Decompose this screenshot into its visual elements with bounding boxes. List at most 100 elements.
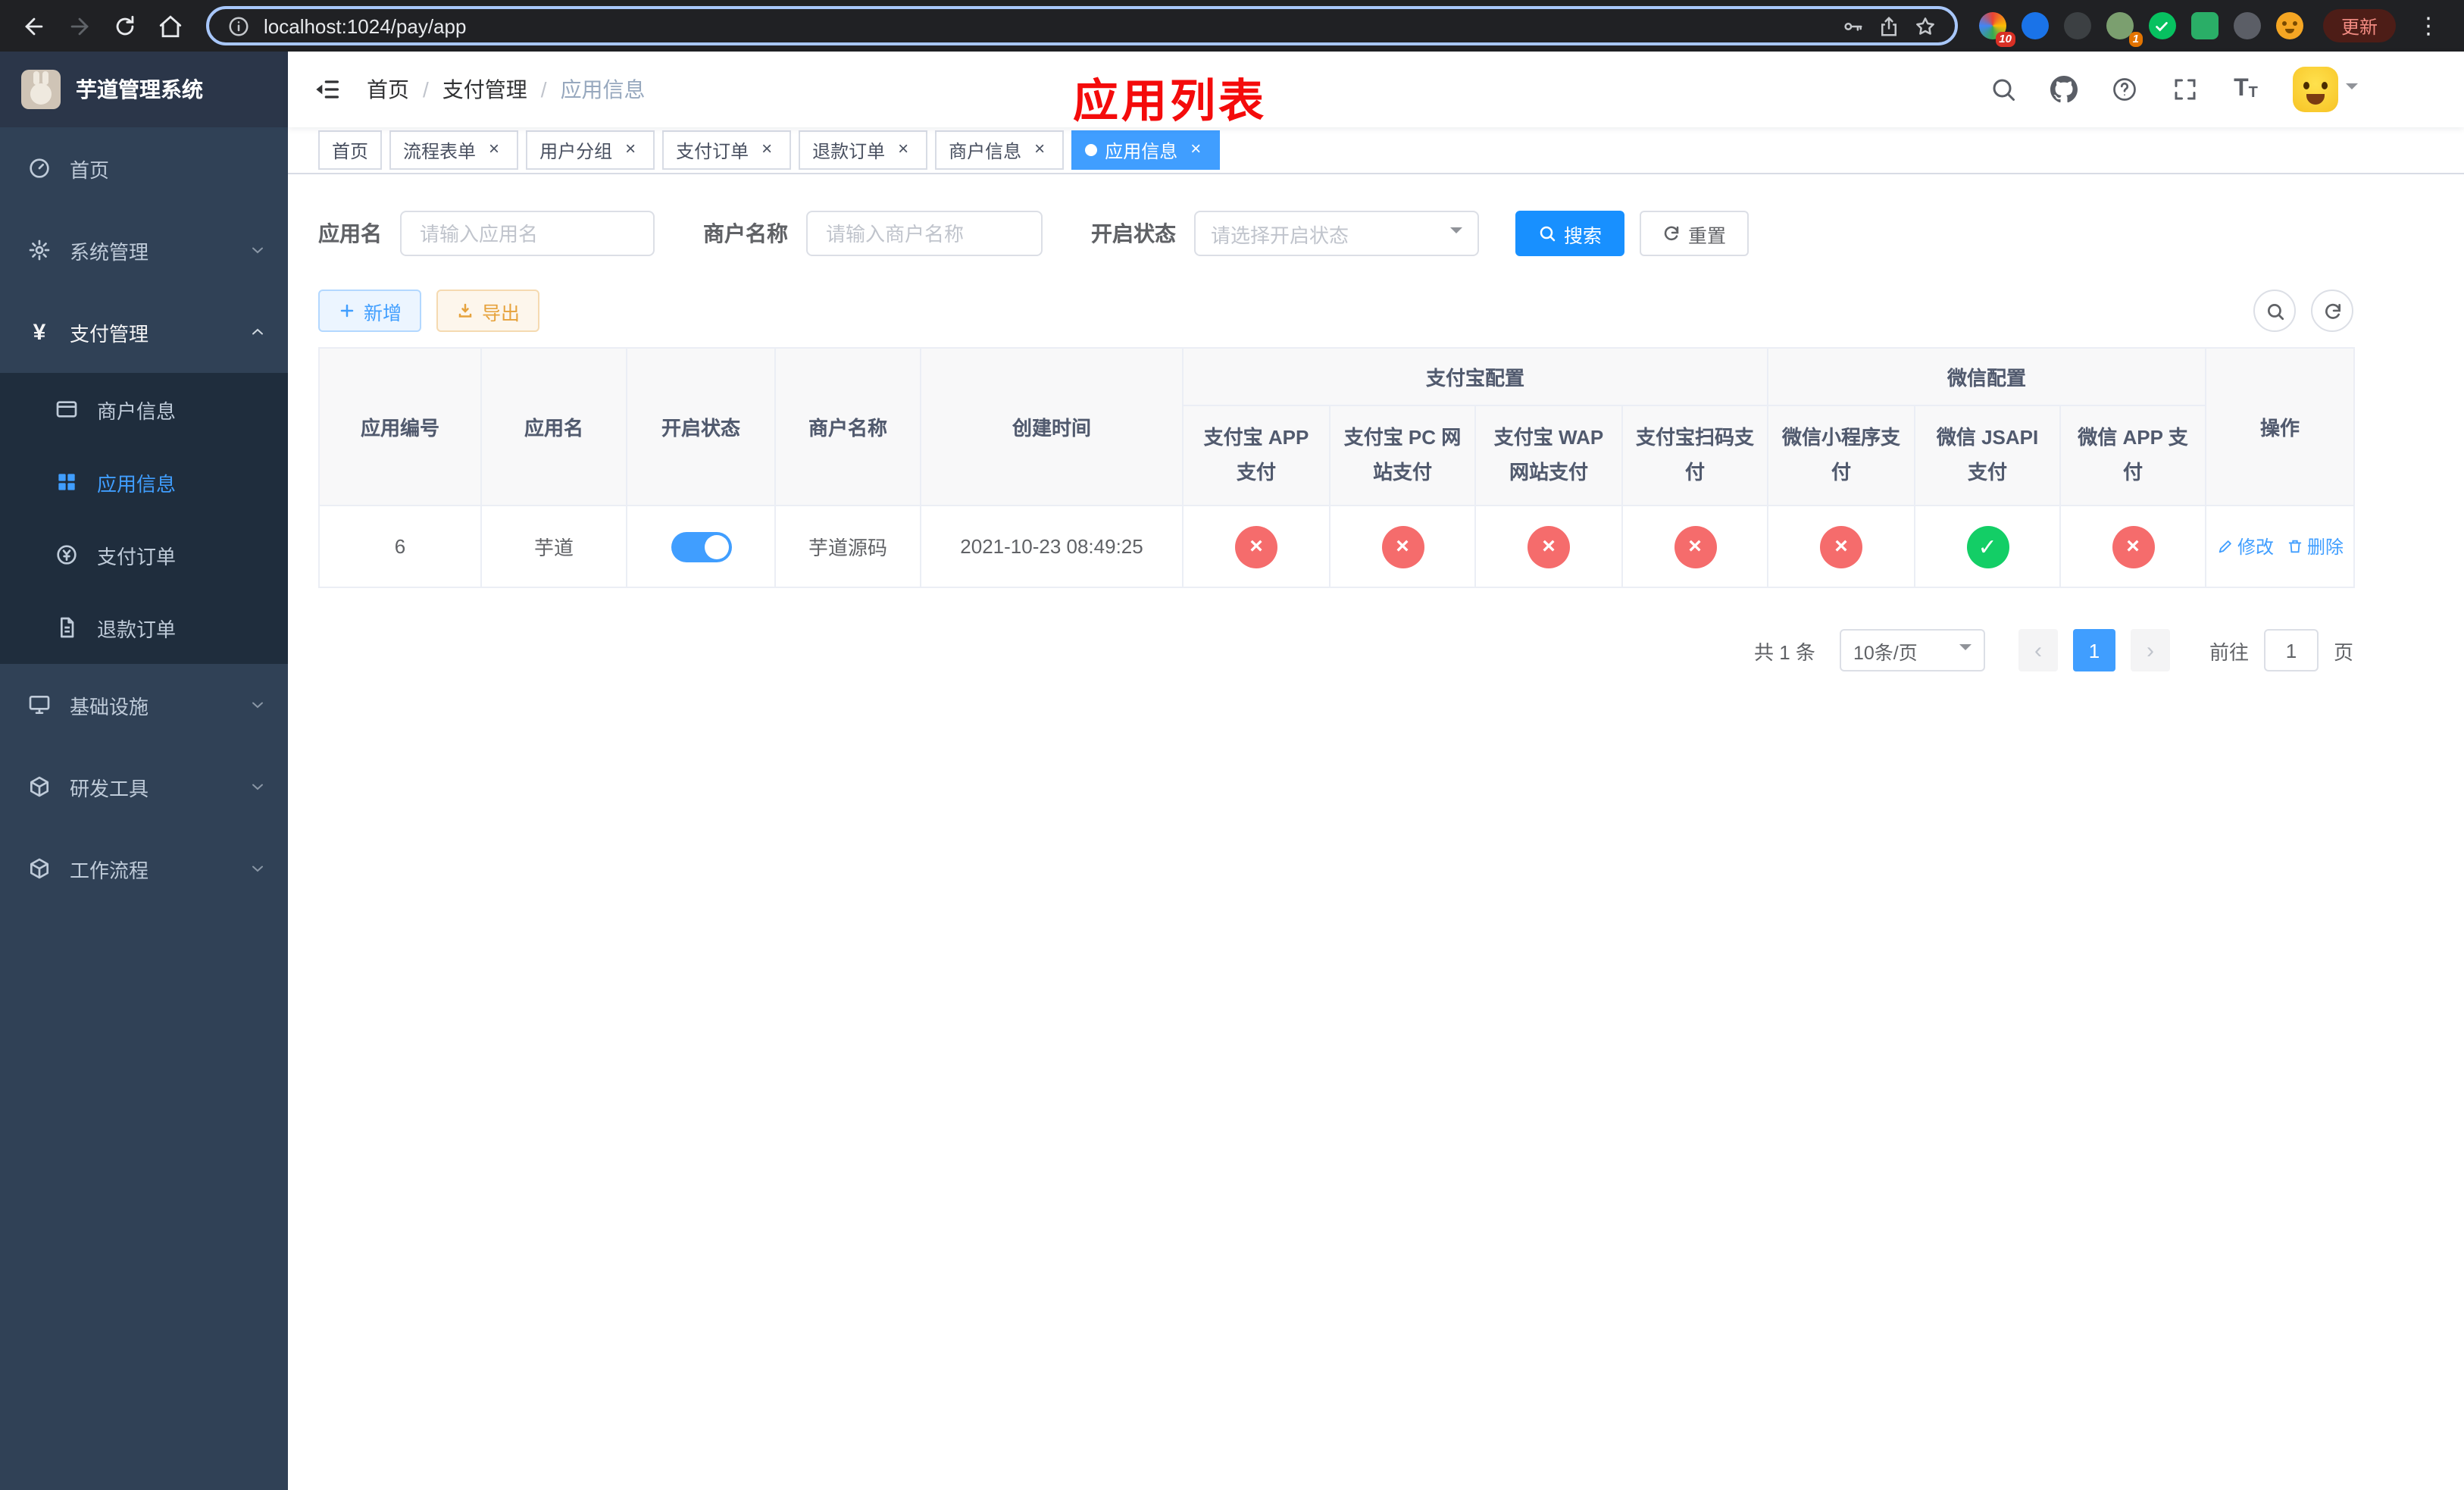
total-count: 共 1 条 — [1754, 640, 1815, 663]
back-button[interactable] — [12, 5, 55, 47]
viewport: localhost:1024/pay/app 10 1 更新 ⋮ 芋道管理系统 … — [0, 0, 2464, 1490]
github-icon[interactable] — [2050, 76, 2078, 103]
status-toggle[interactable] — [671, 531, 731, 562]
url-bar[interactable]: localhost:1024/pay/app — [206, 6, 1958, 45]
tab-refund-orders[interactable]: 退款订单 × — [799, 130, 928, 170]
sidebar-item-app-info[interactable]: 应用信息 — [0, 446, 288, 518]
breadcrumb: 首页 / 支付管理 / 应用信息 — [367, 74, 646, 105]
close-icon[interactable]: × — [1185, 139, 1206, 161]
add-button[interactable]: 新增 — [318, 290, 422, 332]
sidebar-item-merchant-info[interactable]: 商户信息 — [0, 373, 288, 446]
sidebar-item-label: 基础设施 — [70, 695, 149, 718]
sidebar-item-infrastructure[interactable]: 基础设施 — [0, 664, 288, 746]
search-button[interactable]: 搜索 — [1515, 211, 1625, 256]
document-icon — [55, 615, 79, 640]
tab-process-form[interactable]: 流程表单 × — [389, 130, 519, 170]
extension-icon[interactable] — [2148, 12, 2176, 39]
tab-home[interactable]: 首页 — [318, 130, 383, 170]
sidebar-item-payment[interactable]: ¥ 支付管理 — [0, 291, 288, 373]
sidebar-item-dev-tools[interactable]: 研发工具 — [0, 746, 288, 828]
fullscreen-icon[interactable] — [2172, 76, 2199, 103]
app-name-input[interactable] — [400, 211, 655, 256]
sidebar-toggle-icon[interactable] — [312, 74, 342, 105]
delete-button[interactable]: 删除 — [2286, 534, 2344, 559]
help-icon[interactable] — [2111, 76, 2138, 103]
breadcrumb-home[interactable]: 首页 — [367, 74, 409, 105]
prev-page-button[interactable]: ‹ — [2018, 629, 2058, 671]
url-text[interactable]: localhost:1024/pay/app — [264, 14, 1828, 37]
close-icon[interactable]: × — [756, 139, 777, 161]
password-key-icon[interactable] — [1841, 14, 1864, 37]
avatar-image — [2293, 67, 2338, 112]
app-title: 芋道管理系统 — [76, 77, 203, 102]
tab-pay-orders[interactable]: 支付订单 × — [662, 130, 792, 170]
extension-icon[interactable] — [2063, 12, 2091, 39]
sidebar-item-system[interactable]: 系统管理 — [0, 209, 288, 291]
close-icon[interactable]: × — [620, 139, 641, 161]
sidebar-item-label: 首页 — [70, 158, 110, 181]
cell-status — [626, 505, 776, 588]
close-icon[interactable]: × — [483, 139, 505, 161]
extension-icon[interactable]: 10 — [1978, 12, 2015, 47]
status-select[interactable]: 请选择开启状态 — [1194, 211, 1479, 256]
close-icon[interactable]: × — [893, 139, 914, 161]
breadcrumb-payment[interactable]: 支付管理 — [442, 74, 527, 105]
app-logo: 芋道管理系统 — [0, 52, 288, 127]
extension-icon[interactable]: 1 — [2106, 12, 2143, 47]
tab-merchant-info[interactable]: 商户信息 × — [935, 130, 1065, 170]
cell-merchant: 芋道源码 — [774, 505, 921, 588]
export-button[interactable]: 导出 — [436, 290, 540, 332]
status-indicator: × — [2112, 525, 2155, 568]
page-number-button[interactable]: 1 — [2072, 629, 2115, 671]
extension-icon[interactable] — [2190, 12, 2219, 39]
col-app-name: 应用名 — [480, 347, 627, 506]
sidebar-item-label: 退款订单 — [97, 618, 177, 640]
reset-button[interactable]: 重置 — [1640, 211, 1750, 256]
pagination: 共 1 条 10条/页 ‹ 1 › 前往 页 — [318, 629, 2353, 671]
col-wx-lite: 微信小程序支付 — [1767, 405, 1916, 506]
close-icon[interactable]: × — [1029, 139, 1050, 161]
page-size-select[interactable]: 10条/页 — [1839, 629, 1985, 671]
edit-button[interactable]: 修改 — [2216, 534, 2274, 559]
cell-alipay-qr: × — [1621, 505, 1769, 588]
app-shell: 芋道管理系统 首页 系统管理 ¥ 支付管理 商户信息 应用信息 支付订单 退款订… — [0, 52, 2464, 1490]
tab-label: 用户分组 — [539, 140, 613, 161]
header-search-icon[interactable] — [1990, 76, 2017, 103]
sidebar-item-refund-orders[interactable]: 退款订单 — [0, 591, 288, 664]
tags-view: 首页 流程表单 × 用户分组 × 支付订单 × 退款订单 × 商户信息 × 应用… — [288, 127, 2464, 174]
home-button[interactable] — [149, 5, 191, 47]
page-unit-label: 页 — [2333, 640, 2353, 663]
toggle-search-button[interactable] — [2253, 290, 2296, 332]
merchant-name-input[interactable] — [806, 211, 1043, 256]
tab-user-group[interactable]: 用户分组 × — [526, 130, 655, 170]
page-size-value: 10条/页 — [1853, 642, 1918, 663]
site-info-icon[interactable] — [227, 14, 250, 37]
refresh-table-button[interactable] — [2311, 290, 2353, 332]
cell-alipay-pc: × — [1329, 505, 1476, 588]
user-avatar[interactable] — [2293, 67, 2358, 112]
reload-button[interactable] — [103, 5, 145, 47]
font-size-large-glyph: T — [2234, 76, 2249, 102]
font-size-icon[interactable]: TT — [2232, 76, 2259, 103]
profile-avatar[interactable] — [2275, 12, 2303, 39]
caret-down-icon — [2346, 83, 2358, 95]
sidebar-item-pay-orders[interactable]: 支付订单 — [0, 518, 288, 591]
grid-icon — [55, 470, 79, 494]
browser-update-button[interactable]: 更新 — [2322, 9, 2396, 42]
next-page-button[interactable]: › — [2130, 629, 2170, 671]
sidebar-item-home[interactable]: 首页 — [0, 127, 288, 209]
font-size-small-glyph: T — [2248, 84, 2258, 101]
delete-button-label: 删除 — [2307, 537, 2344, 558]
extension-icon[interactable] — [2233, 12, 2261, 39]
goto-page-input[interactable] — [2263, 629, 2319, 671]
sidebar-item-workflow[interactable]: 工作流程 — [0, 828, 288, 909]
credit-card-icon — [55, 397, 79, 421]
bookmark-star-icon[interactable] — [1914, 14, 1937, 37]
extension-icon[interactable] — [2021, 12, 2049, 39]
page-content: 应用名 商户名称 开启状态 请选择开启状态 搜索 重置 — [318, 174, 2356, 671]
share-icon[interactable] — [1878, 14, 1900, 37]
cell-app-id: 6 — [318, 505, 482, 588]
browser-menu-icon[interactable]: ⋮ — [2411, 12, 2446, 39]
forward-button[interactable] — [58, 5, 100, 47]
tab-app-info[interactable]: 应用信息 × — [1071, 130, 1221, 170]
